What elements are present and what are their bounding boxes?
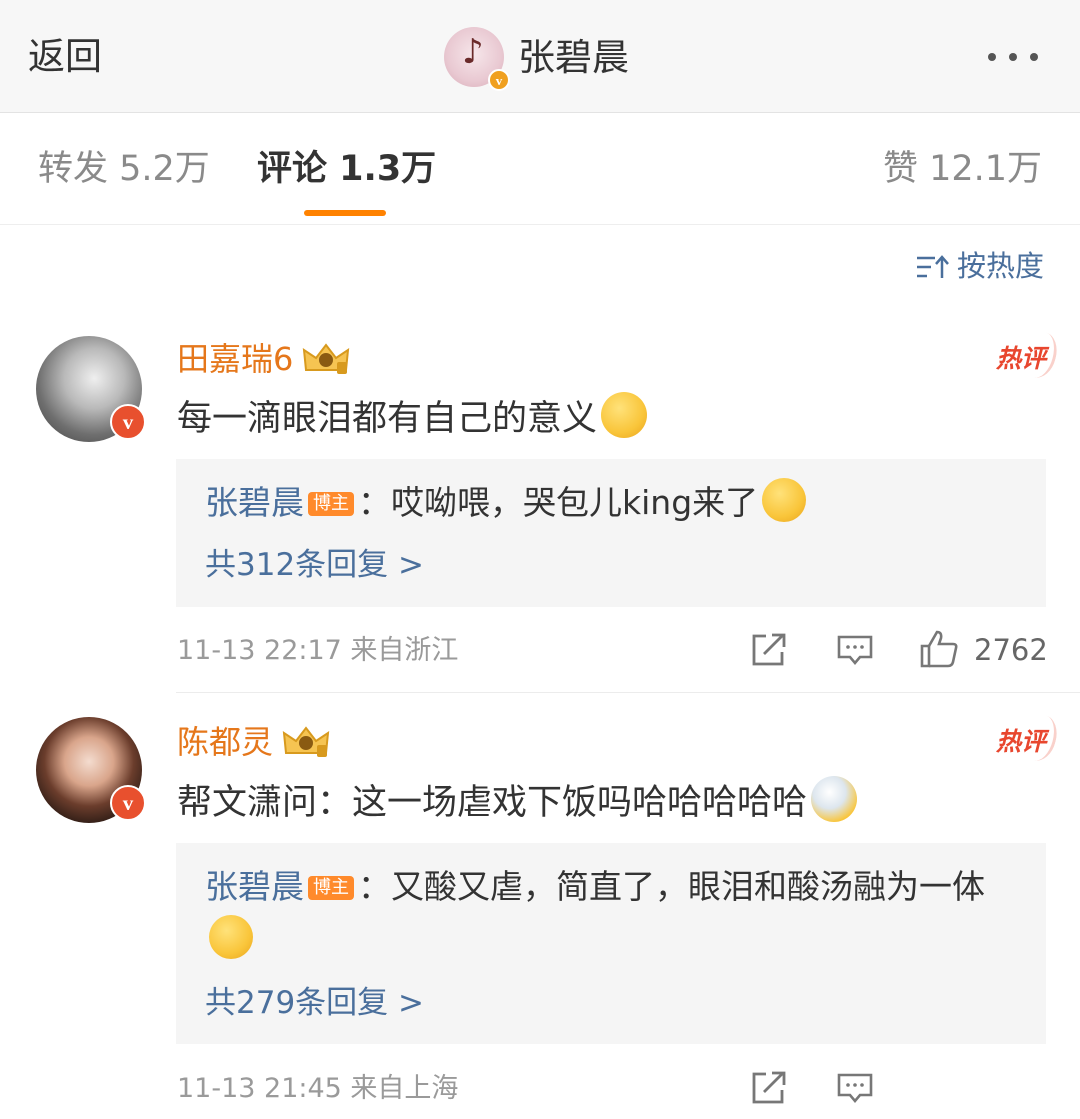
comment-divider xyxy=(176,692,1080,693)
avatar[interactable]: v xyxy=(36,336,146,442)
comment-icon[interactable] xyxy=(836,633,874,667)
crying-face-emoji-icon xyxy=(209,914,253,959)
avatar-logo-icon: ♪ xyxy=(462,32,484,72)
verified-badge-icon: v xyxy=(110,785,146,821)
blogger-avatar[interactable]: ♪ v xyxy=(444,27,510,91)
more-dot xyxy=(988,53,996,61)
comment-meta: 11-13 21:45 来自上海 xyxy=(177,1073,459,1104)
tab-like[interactable]: 赞 12.1万 xyxy=(883,152,1042,187)
comment-username[interactable]: 田嘉瑞6 xyxy=(177,342,351,376)
reply-text: ：哎呦喂，哭包儿king来了 xyxy=(358,483,759,522)
comment-username[interactable]: 陈都灵 xyxy=(177,725,331,759)
active-tab-indicator xyxy=(304,210,386,216)
sort-by-hot-button[interactable]: 按热度 xyxy=(915,252,1044,281)
back-button[interactable]: 返回 xyxy=(28,38,102,75)
hot-comment-badge: 热评 xyxy=(995,344,1046,373)
like-count: 2762 xyxy=(974,633,1048,667)
shush-face-emoji-icon xyxy=(601,392,648,438)
view-replies-link[interactable]: 共312条回复 > xyxy=(205,550,424,581)
verified-badge-icon: v xyxy=(110,404,146,440)
tab-comment[interactable]: 评论 1.3万 xyxy=(257,152,436,187)
avatar[interactable]: v xyxy=(36,717,146,823)
blogger-tag: 博主 xyxy=(308,876,354,900)
reply-preview[interactable]: 张碧晨 博主 ：哎呦喂，哭包儿king来了 共312条回复 > xyxy=(176,459,1046,607)
fan-crown-icon xyxy=(282,726,330,757)
fan-crown-icon xyxy=(303,343,350,374)
tab-repost[interactable]: 转发 5.2万 xyxy=(38,152,210,187)
sort-label: 按热度 xyxy=(956,249,1044,283)
more-dot xyxy=(1030,53,1038,61)
blogger-tag: 博主 xyxy=(308,492,354,516)
sort-icon xyxy=(916,254,949,278)
title-area[interactable]: ♪ v 张碧晨 xyxy=(444,26,629,91)
tab-bar: 转发 5.2万 评论 1.3万 赞 12.1万 xyxy=(0,114,1080,225)
top-nav-bar: 返回 ♪ v 张碧晨 xyxy=(0,0,1080,113)
eating-face-emoji-icon xyxy=(811,776,858,822)
more-dot xyxy=(1009,53,1017,61)
repost-icon[interactable] xyxy=(750,632,788,668)
comment-icon[interactable] xyxy=(836,1071,874,1105)
reply-text: ：又酸又虐，简直了，眼泪和酸汤融为一体 xyxy=(358,867,985,906)
reply-line: 张碧晨 博主 ：哎呦喂，哭包儿king来了 xyxy=(205,477,1025,530)
page-title: 张碧晨 xyxy=(518,35,629,79)
blush-pray-emoji-icon xyxy=(762,478,807,522)
reply-preview[interactable]: 张碧晨 博主 ：又酸又虐，简直了，眼泪和酸汤融为一体 共279条回复 > xyxy=(176,843,1046,1044)
comment-text: 帮文潇问：这一场虐戏下饭吗哈哈哈哈哈 xyxy=(177,776,858,828)
more-options-icon[interactable] xyxy=(988,53,1038,61)
comment-meta: 11-13 22:17 来自浙江 xyxy=(177,635,459,666)
repost-icon[interactable] xyxy=(750,1070,788,1106)
view-replies-link[interactable]: 共279条回复 > xyxy=(205,988,424,1019)
verified-badge-icon: v xyxy=(488,69,510,91)
reply-author[interactable]: 张碧晨 xyxy=(205,867,304,906)
hot-comment-badge: 热评 xyxy=(995,727,1046,756)
like-icon[interactable] xyxy=(918,628,960,670)
reply-line: 张碧晨 博主 ：又酸又虐，简直了，眼泪和酸汤融为一体 xyxy=(205,861,1025,967)
reply-author[interactable]: 张碧晨 xyxy=(205,483,304,522)
comment-text: 每一滴眼泪都有自己的意义 xyxy=(177,392,648,444)
